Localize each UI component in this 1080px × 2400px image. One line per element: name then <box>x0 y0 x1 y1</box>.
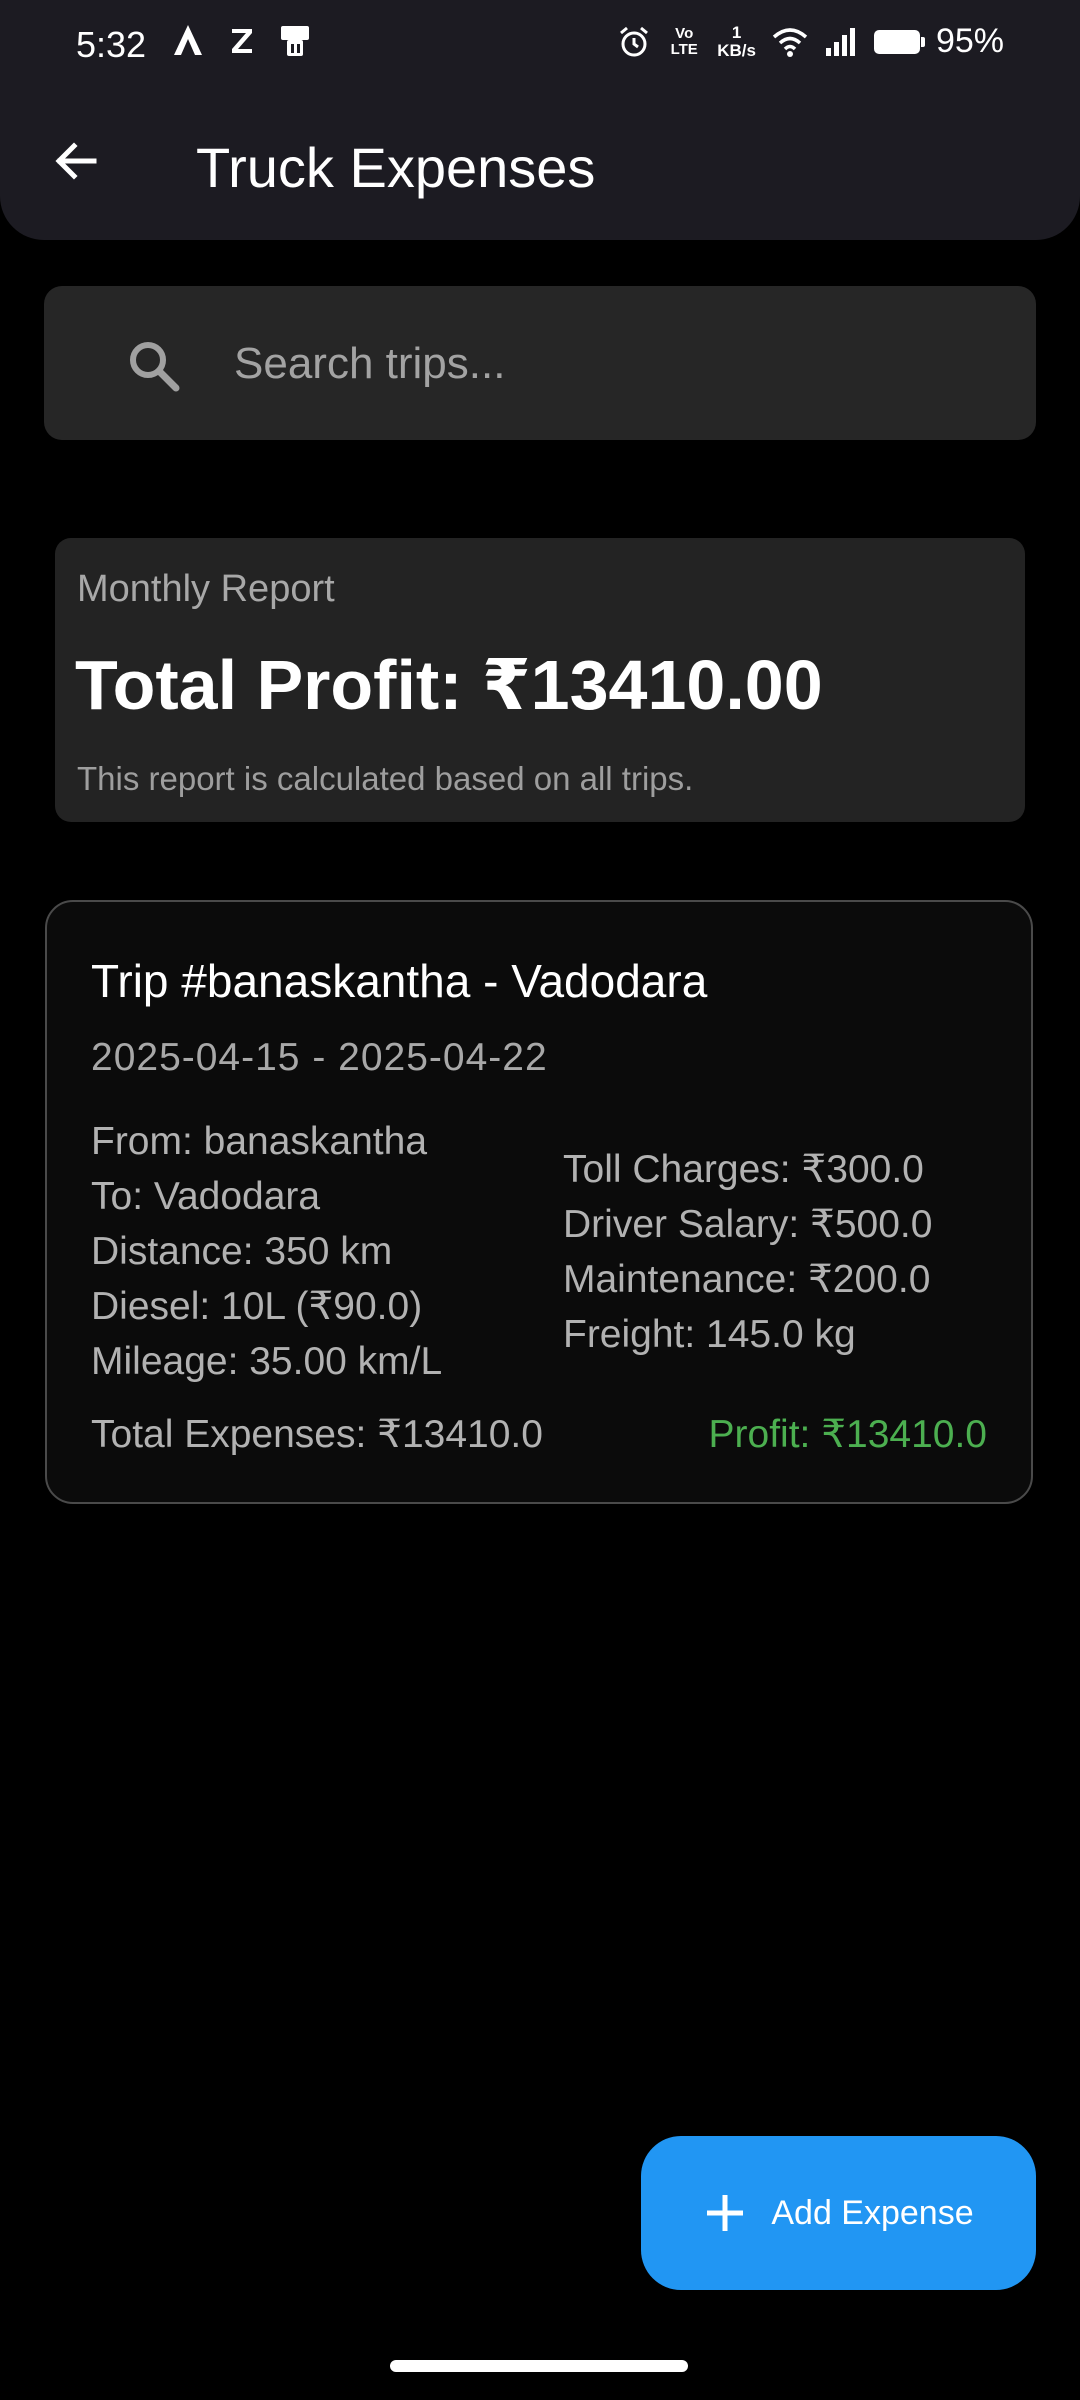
search-input[interactable] <box>232 330 996 398</box>
report-note: This report is calculated based on all t… <box>77 760 694 797</box>
trip-maintenance: Maintenance: ₹200.0 <box>563 1258 931 1301</box>
trip-card[interactable]: Trip #banaskantha - Vadodara 2025-04-15 … <box>45 900 1033 1504</box>
system-status-icons: Vo LTE 1 KB/s 95% <box>617 22 1004 61</box>
wifi-icon <box>772 27 808 57</box>
trip-total-expenses: Total Expenses: ₹13410.0 <box>91 1413 543 1456</box>
alarm-icon <box>620 26 649 56</box>
total-profit: Total Profit: ₹13410.00 <box>75 646 823 724</box>
net-speed-value: 1 <box>731 22 742 42</box>
page-title: Truck Expenses <box>196 136 596 199</box>
trip-from: From: banaskantha <box>91 1120 428 1163</box>
trip-to: To: Vadodara <box>91 1175 321 1218</box>
trip-dates: 2025-04-15 - 2025-04-22 <box>91 1036 548 1079</box>
trip-driver-salary: Driver Salary: ₹500.0 <box>563 1203 933 1246</box>
trip-profit: Profit: ₹13410.0 <box>708 1413 987 1456</box>
report-label: Monthly Report <box>77 568 335 610</box>
z-app-icon <box>232 29 252 53</box>
search-bar[interactable] <box>44 286 1036 440</box>
trip-mileage: Mileage: 35.00 km/L <box>91 1340 443 1383</box>
home-indicator[interactable] <box>390 2360 688 2372</box>
net-speed: 1 KB/s <box>717 22 756 60</box>
search-icon <box>130 342 180 392</box>
trip-distance: Distance: 350 km <box>91 1230 393 1273</box>
back-button[interactable] <box>40 125 112 197</box>
trip-toll: Toll Charges: ₹300.0 <box>563 1148 924 1191</box>
add-expense-label: Add Expense <box>771 2193 974 2232</box>
add-expense-button[interactable]: Add Expense <box>641 2136 1036 2290</box>
a-app-icon <box>174 25 202 55</box>
status-time: 5:32 <box>76 24 147 65</box>
notification-icons <box>170 22 312 58</box>
battery-percent: 95% <box>935 22 1004 60</box>
trip-freight: Freight: 145.0 kg <box>563 1313 856 1356</box>
monthly-report-card: Monthly Report Total Profit: ₹13410.00 T… <box>55 538 1025 822</box>
volte-icon: Vo LTE <box>667 24 701 58</box>
battery-icon <box>873 29 925 54</box>
trip-details-right: Toll Charges: ₹300.0 Driver Salary: ₹500… <box>563 1142 932 1362</box>
trip-title: Trip #banaskantha - Vadodara <box>91 955 708 1007</box>
status-bar: 5:32 Vo LTE 1 KB/s 95% <box>0 0 1080 90</box>
arrow-left-icon <box>55 142 97 180</box>
volte-label: Vo LTE <box>670 24 698 58</box>
sim-tool-icon <box>281 26 309 56</box>
signal-icon <box>825 27 855 56</box>
net-speed-unit: KB/s <box>717 40 756 60</box>
trip-diesel: Diesel: 10L (₹90.0) <box>91 1285 423 1328</box>
plus-icon <box>707 2195 744 2231</box>
trip-details-left: From: banaskantha To: Vadodara Distance:… <box>91 1114 442 1389</box>
